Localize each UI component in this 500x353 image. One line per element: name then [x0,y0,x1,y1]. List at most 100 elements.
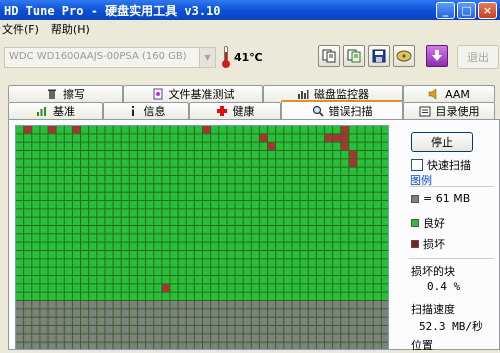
block-unscanned [146,309,154,317]
block-good [121,242,129,250]
disk-info-button[interactable] [393,45,415,67]
block-good [203,134,211,142]
tab-health[interactable]: 健康 [189,102,281,119]
tab-aam[interactable]: AAM [403,85,495,102]
block-good [113,267,121,275]
block-good [32,267,40,275]
download-button[interactable] [426,45,448,67]
block-good [56,201,64,209]
block-good [89,276,97,284]
block-good [243,209,251,217]
block-unscanned [235,326,243,334]
block-good [324,217,333,225]
block-good [219,234,227,242]
copy-all-button[interactable] [343,45,365,67]
block-good [170,284,178,292]
block-unscanned [300,309,308,317]
block-unscanned [333,326,341,334]
block-good [146,292,154,300]
block-good [194,184,202,192]
quick-scan-checkbox[interactable] [411,159,423,171]
tab-error-scan[interactable]: 错误扫描 [281,100,403,119]
block-unscanned [121,326,129,334]
block-good [40,151,48,159]
block-unscanned [16,342,24,349]
block-good [105,292,113,300]
block-good [268,184,276,192]
block-good [170,159,178,167]
tab-folder-usage[interactable]: 目录使用 [403,102,495,119]
close-button[interactable]: × [478,1,497,19]
tab-erase-label: 擦写 [63,88,85,101]
block-good [381,192,388,200]
block-good [341,292,349,300]
block-good [308,242,316,250]
block-good [235,142,243,150]
quick-scan-option[interactable]: 快速扫描 [411,157,471,173]
copy-button[interactable] [318,45,340,67]
menu-file[interactable]: 文件(F) [2,21,39,37]
block-good [284,259,292,267]
block-good [219,176,227,184]
minimize-button[interactable]: _ [436,1,455,19]
block-good [121,176,129,184]
block-good [162,217,170,225]
block-good [357,192,365,200]
block-good [40,201,48,209]
block-good [308,284,316,292]
stop-button[interactable]: 停止 [411,132,473,152]
block-bad [333,134,341,142]
block-good [24,259,32,267]
legend-swatch-green [411,219,419,227]
block-good [129,284,137,292]
save-button[interactable] [368,45,390,67]
block-good [24,142,32,150]
block-good [89,142,97,150]
block-unscanned [219,301,227,309]
block-unscanned [357,317,365,325]
block-unscanned [162,342,170,349]
block-good [316,217,324,225]
block-good [292,209,300,217]
block-good [146,259,154,267]
exit-button[interactable]: 退出 [457,45,499,69]
block-unscanned [89,301,97,309]
block-unscanned [154,334,162,342]
block-good [194,142,202,150]
block-good [235,259,243,267]
block-good [194,267,202,275]
tab-file-benchmark[interactable]: 文件基准测试 [123,85,263,102]
block-unscanned [381,334,388,342]
block-good [284,267,292,275]
menu-help[interactable]: 帮助(H) [51,21,90,37]
block-good [178,167,186,175]
block-good [72,276,81,284]
block-good [268,276,276,284]
block-good [154,209,162,217]
block-good [137,226,146,234]
tab-erase[interactable]: 擦写 [8,85,123,102]
block-unscanned [300,326,308,334]
block-unscanned [324,317,333,325]
block-good [227,267,235,275]
tab-benchmark-label: 基准 [53,105,75,118]
block-good [105,176,113,184]
block-good [259,284,268,292]
block-good [121,234,129,242]
block-unscanned [186,301,194,309]
block-good [16,159,24,167]
maximize-button[interactable]: □ [457,1,476,19]
block-unscanned [81,301,89,309]
block-good [64,126,72,134]
block-unscanned [56,326,64,334]
tab-info[interactable]: 信息 [103,102,189,119]
block-good [308,267,316,275]
block-good [81,234,89,242]
drive-select[interactable]: WDC WD1600AAJS-00PSA (160 GB) ▼ [4,47,216,68]
block-good [154,151,162,159]
block-unscanned [276,301,284,309]
block-good [276,201,284,209]
tab-benchmark[interactable]: 基准 [8,102,103,119]
chevron-down-icon[interactable]: ▼ [199,48,215,67]
block-good [194,217,202,225]
